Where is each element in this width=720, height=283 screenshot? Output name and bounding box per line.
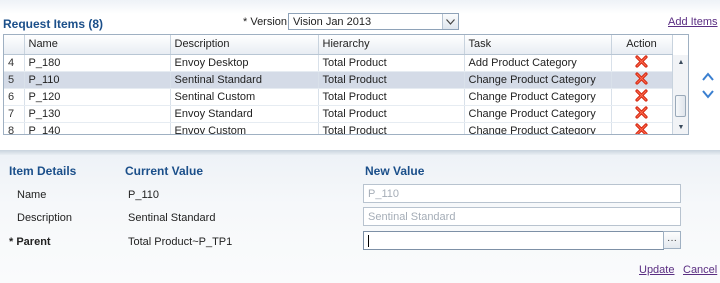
version-select[interactable]: Vision Jan 2013: [288, 13, 459, 30]
cell-action: [611, 54, 673, 72]
table-row[interactable]: 6 P_120 Sentinal Custom Total Product Change…: [4, 88, 673, 106]
description-label: Description: [17, 212, 73, 224]
chevron-down-icon[interactable]: [442, 14, 458, 29]
row-index: 8: [4, 122, 25, 134]
cell-hierarchy: Total Product: [318, 122, 465, 134]
new-value-header: New Value: [365, 164, 425, 178]
cell-description: Envoy Standard: [170, 105, 319, 123]
cell-hierarchy: Total Product: [318, 105, 465, 123]
column-header-task[interactable]: Task: [464, 35, 612, 55]
name-new-value-input[interactable]: P_110: [363, 184, 681, 203]
update-link[interactable]: Update: [639, 264, 674, 276]
table-row[interactable]: 4 P_180 Envoy Desktop Total Product Add Prod…: [4, 54, 673, 72]
request-items-title: Request Items (8): [3, 17, 104, 31]
item-details-title: Item Details: [9, 164, 77, 178]
move-down-arrow-icon[interactable]: [702, 89, 714, 99]
row-index: 7: [4, 105, 25, 123]
cell-hierarchy: Total Product: [318, 71, 465, 89]
parent-current-value: Total Product~P_TP1: [128, 236, 233, 248]
cell-task: Change Product Category: [464, 122, 612, 134]
cell-name: P_180: [24, 54, 171, 72]
table-header-row: Name Description Hierarchy Task Action: [4, 35, 673, 55]
cell-action: [611, 105, 673, 123]
cell-action: [611, 71, 673, 89]
cell-task: Change Product Category: [464, 105, 612, 123]
scrollbar-thumb[interactable]: [675, 95, 686, 117]
description-current-value: Sentinal Standard: [128, 212, 216, 224]
table-row[interactable]: 7 P_130 Envoy Standard Total Product Change …: [4, 105, 673, 123]
cell-hierarchy: Total Product: [318, 88, 465, 106]
parent-new-value-input[interactable]: [363, 231, 664, 250]
cell-name: P_130: [24, 105, 171, 123]
delete-x-icon[interactable]: [635, 122, 648, 134]
cancel-link[interactable]: Cancel: [683, 264, 717, 276]
row-index: 5: [4, 71, 25, 89]
version-label: * Version: [243, 16, 288, 28]
cell-name: P_110: [24, 71, 171, 89]
cell-name: P_120: [24, 88, 171, 106]
add-items-link[interactable]: Add Items: [668, 16, 718, 28]
cell-description: Envoy Desktop: [170, 54, 319, 72]
cell-action: [611, 88, 673, 106]
cell-name: P_140: [24, 122, 171, 134]
column-header-hierarchy[interactable]: Hierarchy: [318, 35, 465, 55]
description-new-value-placeholder: Sentinal Standard: [368, 211, 456, 223]
column-header-index: [4, 35, 25, 55]
column-header-action[interactable]: Action: [611, 35, 673, 55]
cell-task: Add Product Category: [464, 54, 612, 72]
delete-x-icon[interactable]: [635, 54, 648, 68]
cell-task: Change Product Category: [464, 71, 612, 89]
search-lov-button[interactable]: ···: [663, 231, 681, 249]
current-value-header: Current Value: [125, 164, 204, 178]
scroll-up-icon[interactable]: ▲: [676, 57, 686, 67]
cell-description: Envoy Custom: [170, 122, 319, 134]
request-items-table: Name Description Hierarchy Task Action 4…: [3, 34, 689, 135]
cell-hierarchy: Total Product: [318, 54, 465, 72]
column-header-name[interactable]: Name: [24, 35, 171, 55]
scroll-down-icon[interactable]: ▼: [676, 122, 686, 132]
name-label: Name: [17, 189, 47, 201]
delete-x-icon[interactable]: [635, 105, 648, 119]
ellipsis-icon: ···: [667, 234, 677, 246]
move-up-arrow-icon[interactable]: [702, 72, 714, 82]
name-new-value-placeholder: P_110: [368, 188, 399, 200]
table-scrollbar[interactable]: ▲ ▼: [672, 55, 688, 134]
cell-action: [611, 122, 673, 134]
cell-description: Sentinal Standard: [170, 71, 319, 89]
cell-task: Change Product Category: [464, 88, 612, 106]
name-current-value: P_110: [128, 189, 159, 201]
row-index: 4: [4, 54, 25, 72]
delete-x-icon[interactable]: [635, 88, 648, 102]
table-row[interactable]: 5 P_110 Sentinal Standard Total Product Chan…: [4, 71, 673, 89]
parent-label: * Parent: [9, 236, 51, 248]
text-caret: [368, 235, 369, 247]
request-items-panel: Request Items (8) * Version Vision Jan 2…: [0, 0, 720, 150]
table-row[interactable]: 8 P_140 Envoy Custom Total Product Change Pr…: [4, 122, 673, 134]
row-index: 6: [4, 88, 25, 106]
description-new-value-input[interactable]: Sentinal Standard: [363, 207, 681, 226]
column-header-description[interactable]: Description: [170, 35, 319, 55]
version-select-value: Vision Jan 2013: [293, 16, 372, 28]
cell-description: Sentinal Custom: [170, 88, 319, 106]
delete-x-icon[interactable]: [635, 71, 648, 85]
